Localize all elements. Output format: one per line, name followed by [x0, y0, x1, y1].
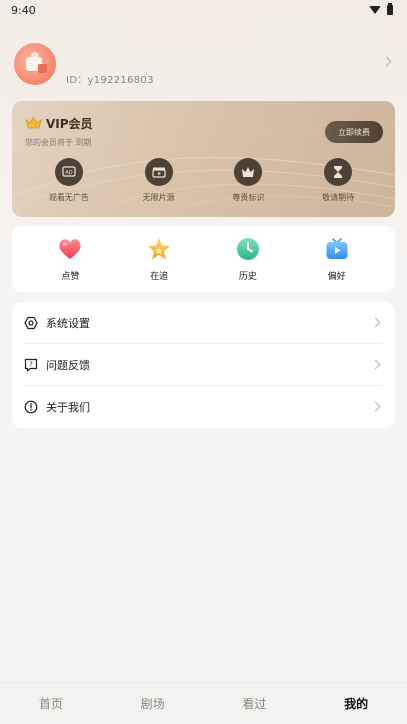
quick-label: 点赞	[61, 272, 80, 282]
benefit-label: 无限片源	[142, 193, 175, 202]
chevron-right-icon	[370, 401, 381, 412]
quick-history[interactable]: 历史	[218, 226, 278, 292]
ad-free-icon: AD	[54, 158, 83, 186]
clock-icon	[235, 236, 261, 262]
clapperboard-icon	[144, 158, 173, 186]
menu-item-about[interactable]: 关于我们	[24, 386, 383, 428]
hourglass-icon	[324, 158, 353, 186]
quick-preference[interactable]: 偏好	[307, 226, 367, 292]
vip-benefits: AD 观看无广告 无限片源 尊贵标识 敬请期待	[12, 158, 395, 210]
feedback-question-icon: ?	[24, 358, 38, 372]
wifi-icon	[369, 6, 381, 14]
menu-item-settings[interactable]: 系统设置	[24, 302, 383, 344]
menu-label: 关于我们	[46, 401, 90, 414]
heart-icon	[57, 236, 83, 262]
menu-label: 问题反馈	[46, 358, 90, 372]
bottom-nav: 首页 剧场 看过 我的	[0, 682, 407, 724]
user-id: ID：y192216803	[66, 75, 154, 86]
status-time: 9:40	[11, 3, 36, 17]
benefit-label: 敬请期待	[322, 193, 355, 202]
quick-actions: 点赞 在追 历史 偏好	[12, 226, 395, 292]
avatar[interactable]	[14, 43, 56, 85]
profile-header[interactable]: ID：y192216803	[14, 42, 393, 86]
benefit-unlimited[interactable]: 无限片源	[124, 158, 194, 210]
status-icons	[369, 3, 393, 15]
battery-icon	[387, 3, 393, 15]
quick-label: 偏好	[327, 272, 346, 282]
nav-theater[interactable]: 剧场	[113, 695, 193, 712]
quick-label: 历史	[238, 272, 257, 282]
nav-mine[interactable]: 我的	[316, 695, 396, 712]
star-icon	[146, 236, 172, 262]
benefit-coming-soon[interactable]: 敬请期待	[303, 158, 373, 210]
quick-following[interactable]: 在追	[129, 226, 189, 292]
svg-text:?: ?	[29, 360, 33, 368]
chevron-right-icon[interactable]	[381, 56, 392, 67]
tv-icon	[324, 236, 350, 262]
info-circle-icon	[24, 400, 38, 414]
vip-expiry-text: 您的会员将于 到期	[25, 138, 92, 147]
nav-home[interactable]: 首页	[11, 695, 91, 712]
benefit-badge[interactable]: 尊贵标识	[213, 158, 283, 210]
svg-text:AD: AD	[65, 170, 72, 176]
benefit-ad-free[interactable]: AD 观看无广告	[34, 158, 104, 210]
menu-label: 系统设置	[46, 316, 90, 330]
chevron-right-icon	[370, 317, 381, 328]
benefit-label: 尊贵标识	[232, 193, 265, 202]
nav-watched[interactable]: 看过	[214, 695, 294, 712]
crown-icon	[234, 158, 263, 186]
settings-hexagon-icon	[24, 316, 38, 330]
vip-card[interactable]: VIP会员 您的会员将于 到期 立即续费 AD 观看无广告 无限片源 尊贵标识 …	[12, 101, 395, 217]
status-bar: 9:40	[0, 0, 407, 20]
vip-crown-icon	[25, 116, 42, 129]
renew-button[interactable]: 立即续费	[325, 121, 383, 143]
quick-like[interactable]: 点赞	[40, 226, 100, 292]
vip-title: VIP会员	[46, 117, 93, 131]
benefit-label: 观看无广告	[48, 193, 89, 202]
quick-label: 在追	[150, 272, 169, 282]
settings-menu: 系统设置 ? 问题反馈 关于我们	[12, 302, 395, 428]
menu-item-feedback[interactable]: ? 问题反馈	[24, 344, 383, 386]
chevron-right-icon	[370, 359, 381, 370]
